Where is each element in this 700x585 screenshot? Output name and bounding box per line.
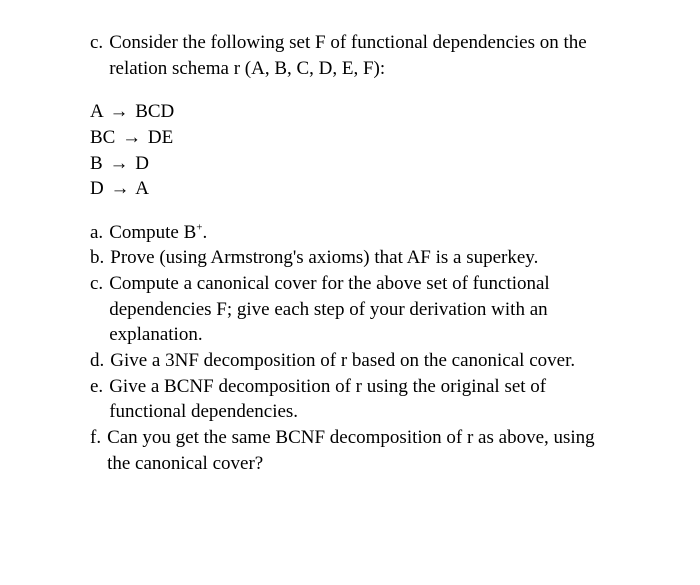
functional-dependencies-list: A → BCD BC → DE B → D D → A bbox=[90, 99, 610, 202]
problem-text: Consider the following set F of function… bbox=[109, 30, 610, 81]
arrow-icon: → bbox=[107, 153, 130, 174]
sub-question-e: e. Give a BCNF decomposition of r using … bbox=[90, 374, 610, 425]
sub-label: b. bbox=[90, 245, 110, 271]
fd-left: D bbox=[90, 178, 104, 199]
fd-item: A → BCD bbox=[90, 99, 610, 125]
sub-question-c: c. Compute a canonical cover for the abo… bbox=[90, 271, 610, 348]
sub-text: Can you get the same BCNF decomposition … bbox=[107, 425, 610, 476]
arrow-icon: → bbox=[108, 178, 131, 199]
fd-right: DE bbox=[148, 127, 173, 148]
sub-text-pre: Compute B bbox=[109, 222, 196, 243]
sub-label: a. bbox=[90, 220, 109, 246]
fd-left: BC bbox=[90, 127, 115, 148]
sub-question-b: b. Prove (using Armstrong's axioms) that… bbox=[90, 245, 610, 271]
sub-questions-list: a. Compute B+. b. Prove (using Armstrong… bbox=[90, 220, 610, 476]
problem-label: c. bbox=[90, 30, 109, 81]
sub-text: Compute a canonical cover for the above … bbox=[109, 271, 610, 348]
arrow-icon: → bbox=[120, 127, 143, 148]
fd-left: B bbox=[90, 153, 103, 174]
problem-intro: c. Consider the following set F of funct… bbox=[90, 30, 610, 81]
sub-label: d. bbox=[90, 348, 110, 374]
fd-right: A bbox=[135, 178, 149, 199]
sub-label: e. bbox=[90, 374, 109, 425]
fd-right: BCD bbox=[135, 101, 174, 122]
sub-label: f. bbox=[90, 425, 107, 476]
sub-question-d: d. Give a 3NF decomposition of r based o… bbox=[90, 348, 610, 374]
sub-question-a: a. Compute B+. bbox=[90, 220, 610, 246]
sub-text-post: . bbox=[203, 222, 208, 243]
arrow-icon: → bbox=[107, 101, 130, 122]
fd-right: D bbox=[135, 153, 149, 174]
fd-item: BC → DE bbox=[90, 125, 610, 151]
sub-text: Compute B+. bbox=[109, 220, 610, 246]
sub-question-f: f. Can you get the same BCNF decompositi… bbox=[90, 425, 610, 476]
fd-left: A bbox=[90, 101, 103, 122]
fd-item: B → D bbox=[90, 151, 610, 177]
sub-text: Give a BCNF decomposition of r using the… bbox=[109, 374, 610, 425]
sub-text: Give a 3NF decomposition of r based on t… bbox=[110, 348, 610, 374]
fd-item: D → A bbox=[90, 176, 610, 202]
problem-intro-block: c. Consider the following set F of funct… bbox=[90, 30, 610, 81]
sub-label: c. bbox=[90, 271, 109, 348]
sub-text: Prove (using Armstrong's axioms) that AF… bbox=[110, 245, 610, 271]
